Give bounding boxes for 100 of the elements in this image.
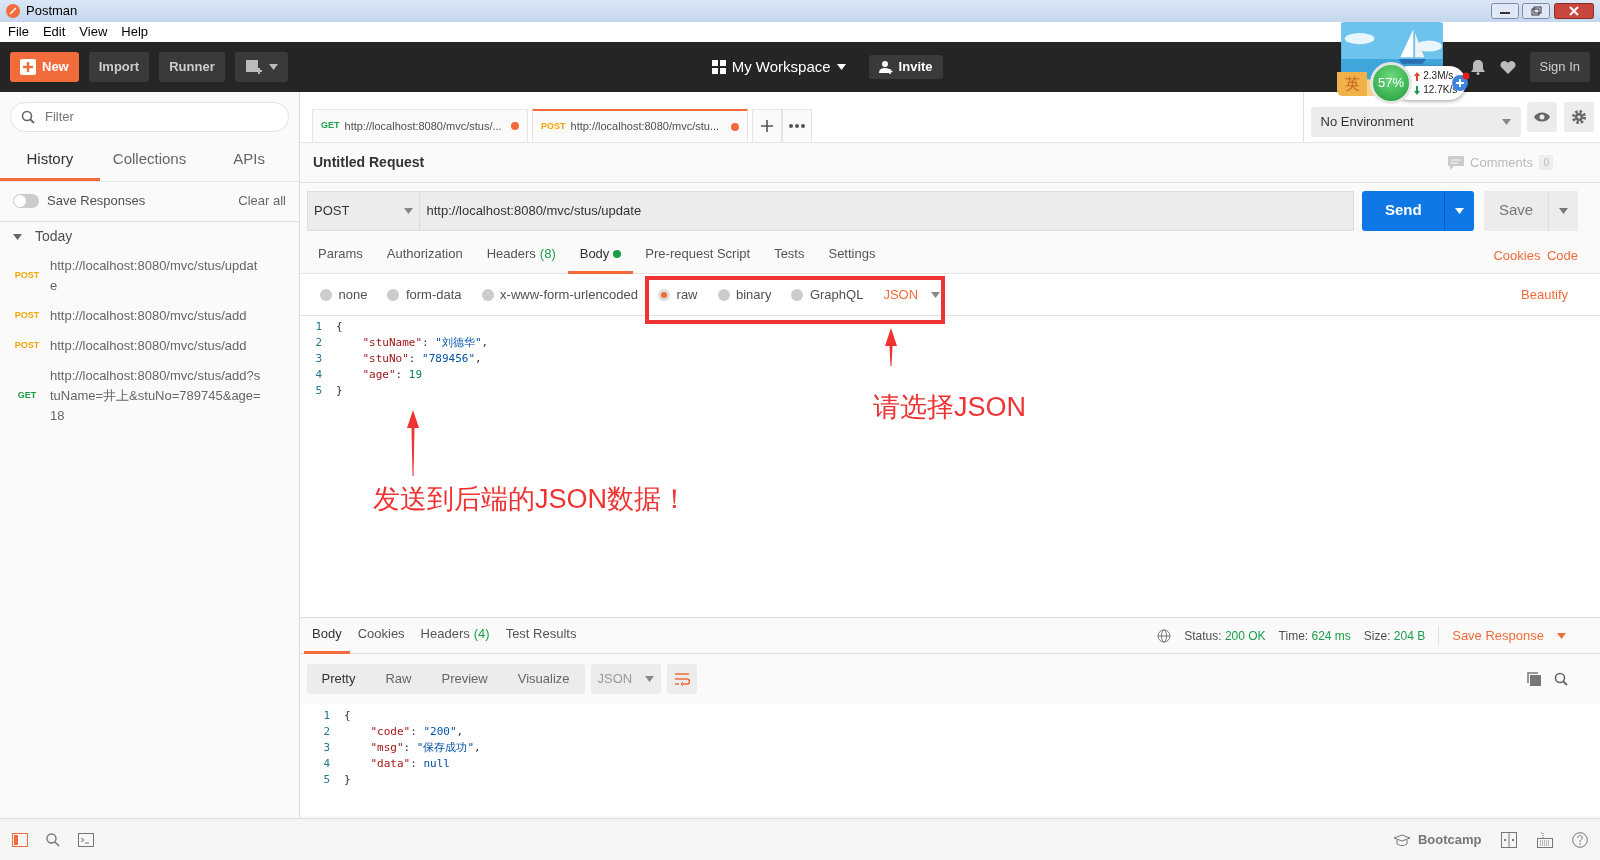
keyboard-icon[interactable] — [1536, 831, 1553, 848]
bootcamp-button[interactable]: Bootcamp — [1393, 829, 1482, 850]
code-editor[interactable]: 1 { 2 "code": "200", 3 "msg": "保存成功", 4 "data": null 5 } — [300, 704, 1600, 816]
menu-item[interactable]: File — [8, 22, 29, 42]
method-label: GET — [16, 388, 38, 402]
history-url[interactable]: http://localhost:8080/mvc/stus/update — [50, 255, 262, 296]
request-title: Untitled Request — [313, 153, 425, 172]
code-line: "age": 19 — [361, 367, 423, 383]
save-responses-label: Save Responses — [47, 192, 146, 211]
settings-button[interactable] — [1563, 102, 1594, 132]
body-type-option[interactable]: none — [320, 284, 368, 305]
method-label: GET — [321, 119, 340, 133]
environment-select[interactable]: No Environment — [1310, 107, 1521, 137]
line-number: 3 — [322, 740, 331, 756]
new-tab-button[interactable] — [752, 109, 782, 142]
search-field[interactable]: Filter — [10, 102, 289, 132]
add-window-button[interactable] — [234, 52, 288, 82]
history-url[interactable]: http://localhost:8080/mvc/stus/add — [50, 305, 262, 326]
line-number: 2 — [314, 335, 323, 351]
save-responses-toggle[interactable] — [13, 194, 39, 208]
view-mode-tab[interactable]: Visualize — [502, 664, 585, 694]
bell-icon[interactable] — [1469, 59, 1486, 75]
sign-in-button[interactable]: Sign In — [1529, 52, 1590, 82]
window-plus-icon — [244, 59, 263, 75]
search-icon[interactable] — [1553, 672, 1568, 686]
app-logo-icon — [6, 4, 20, 18]
method-select[interactable]: POST — [306, 190, 421, 231]
response-stat: Time: 624 ms — [1278, 627, 1351, 645]
menu-item[interactable]: Help — [121, 22, 149, 42]
caret-icon[interactable] — [13, 233, 22, 240]
sidebar-toggle-icon[interactable] — [12, 832, 28, 847]
annotation-arrow — [885, 328, 897, 366]
history-url[interactable]: http://localhost:8080/mvc/stus/add — [50, 335, 262, 356]
method-label: POST — [14, 308, 40, 322]
sidebar-tab[interactable]: APIs — [199, 142, 299, 181]
request-tab[interactable]: GET http://localhost:8080/mvc/stus/... — [312, 109, 528, 142]
send-button[interactable]: Send — [1362, 190, 1445, 231]
history-group-label[interactable]: Today — [35, 226, 73, 247]
close-icon[interactable] — [1553, 3, 1594, 19]
body-type-option[interactable]: x-www-form-urlencoded — [481, 284, 639, 305]
view-mode-tab[interactable]: Preview — [426, 664, 503, 694]
body-type-option[interactable]: GraphQL — [791, 284, 864, 305]
body-type-option[interactable]: raw — [658, 284, 698, 305]
download-arrow-icon — [1414, 85, 1420, 95]
menu-item[interactable]: Edit — [42, 22, 66, 42]
console-icon[interactable] — [78, 832, 94, 847]
body-type-option[interactable]: binary — [717, 284, 772, 305]
caret-icon — [404, 207, 413, 214]
two-pane-icon[interactable] — [1501, 831, 1517, 848]
code-line: "msg": "保存成功", — [369, 740, 481, 756]
history-url[interactable]: http://localhost:8080/mvc/stus/add?stuName=井上&stuNo=789745&age=18 — [50, 365, 262, 426]
more-tabs-button[interactable] — [782, 109, 812, 142]
find-icon[interactable] — [46, 832, 60, 847]
minimize-icon[interactable] — [1491, 3, 1519, 19]
send-menu-button[interactable] — [1444, 190, 1475, 231]
request-section-tab[interactable]: Pre-request Script — [633, 237, 763, 274]
copy-icon[interactable] — [1526, 672, 1541, 686]
caret-icon — [931, 291, 941, 298]
download-speed: 12.7K/s — [1423, 83, 1458, 97]
view-mode-tab[interactable]: Pretty — [306, 664, 371, 694]
eye-icon — [1534, 112, 1550, 122]
request-section-tab[interactable]: Params — [306, 237, 375, 274]
header-button[interactable]: Runner — [159, 52, 225, 82]
url-field[interactable]: http://localhost:8080/mvc/stus/update — [419, 190, 1354, 231]
header-button[interactable]: Import — [88, 52, 150, 82]
request-section-tab[interactable]: Tests — [762, 237, 817, 274]
view-button[interactable] — [1527, 102, 1557, 132]
view-mode-tab[interactable]: Raw — [370, 664, 427, 694]
invite-button[interactable]: Invite — [868, 55, 943, 79]
code-line: } — [344, 772, 351, 788]
clear-all-link[interactable]: Clear all — [238, 191, 286, 211]
request-section-tab[interactable]: Headers (8) — [474, 237, 568, 274]
menu-item[interactable]: View — [79, 22, 108, 42]
response-tab[interactable]: Cookies — [349, 617, 413, 654]
settings-icon — [1570, 109, 1587, 125]
help-icon[interactable] — [1572, 831, 1588, 848]
body-type-option[interactable]: form-data — [387, 284, 462, 305]
request-tab[interactable]: POST http://localhost:8080/mvc/stu... — [532, 109, 748, 142]
sidebar-tab[interactable]: History — [0, 142, 100, 181]
request-section-tab[interactable]: Settings — [816, 237, 888, 274]
request-section-tab[interactable]: Authorization — [374, 237, 475, 274]
save-button[interactable]: Save — [1484, 190, 1548, 231]
restore-icon[interactable] — [1522, 3, 1551, 19]
annotation-text: 请选择JSON — [873, 393, 1026, 423]
response-tab[interactable]: Test Results — [497, 617, 585, 654]
line-number: 2 — [322, 724, 331, 740]
code-line: "stuName": "刘德华", — [361, 335, 489, 351]
sidebar-tab[interactable]: Collections — [99, 142, 200, 181]
caret-icon — [1501, 119, 1511, 125]
tab-url: http://localhost:8080/mvc/stu... — [570, 119, 720, 135]
workspace-button[interactable]: My Workspace — [701, 52, 856, 82]
grid-icon — [711, 60, 726, 74]
tab-url: http://localhost:8080/mvc/stus/... — [344, 118, 502, 134]
line-number: 4 — [314, 367, 323, 383]
heart-icon[interactable] — [1498, 59, 1517, 75]
annotation-text: 发送到后端的JSON数据！ — [373, 485, 688, 515]
response-tab[interactable]: Body — [304, 617, 350, 654]
filter-field[interactable]: Filter — [43, 106, 288, 128]
caret-icon — [1455, 207, 1465, 214]
response-tab[interactable]: Headers (4) — [412, 617, 498, 654]
